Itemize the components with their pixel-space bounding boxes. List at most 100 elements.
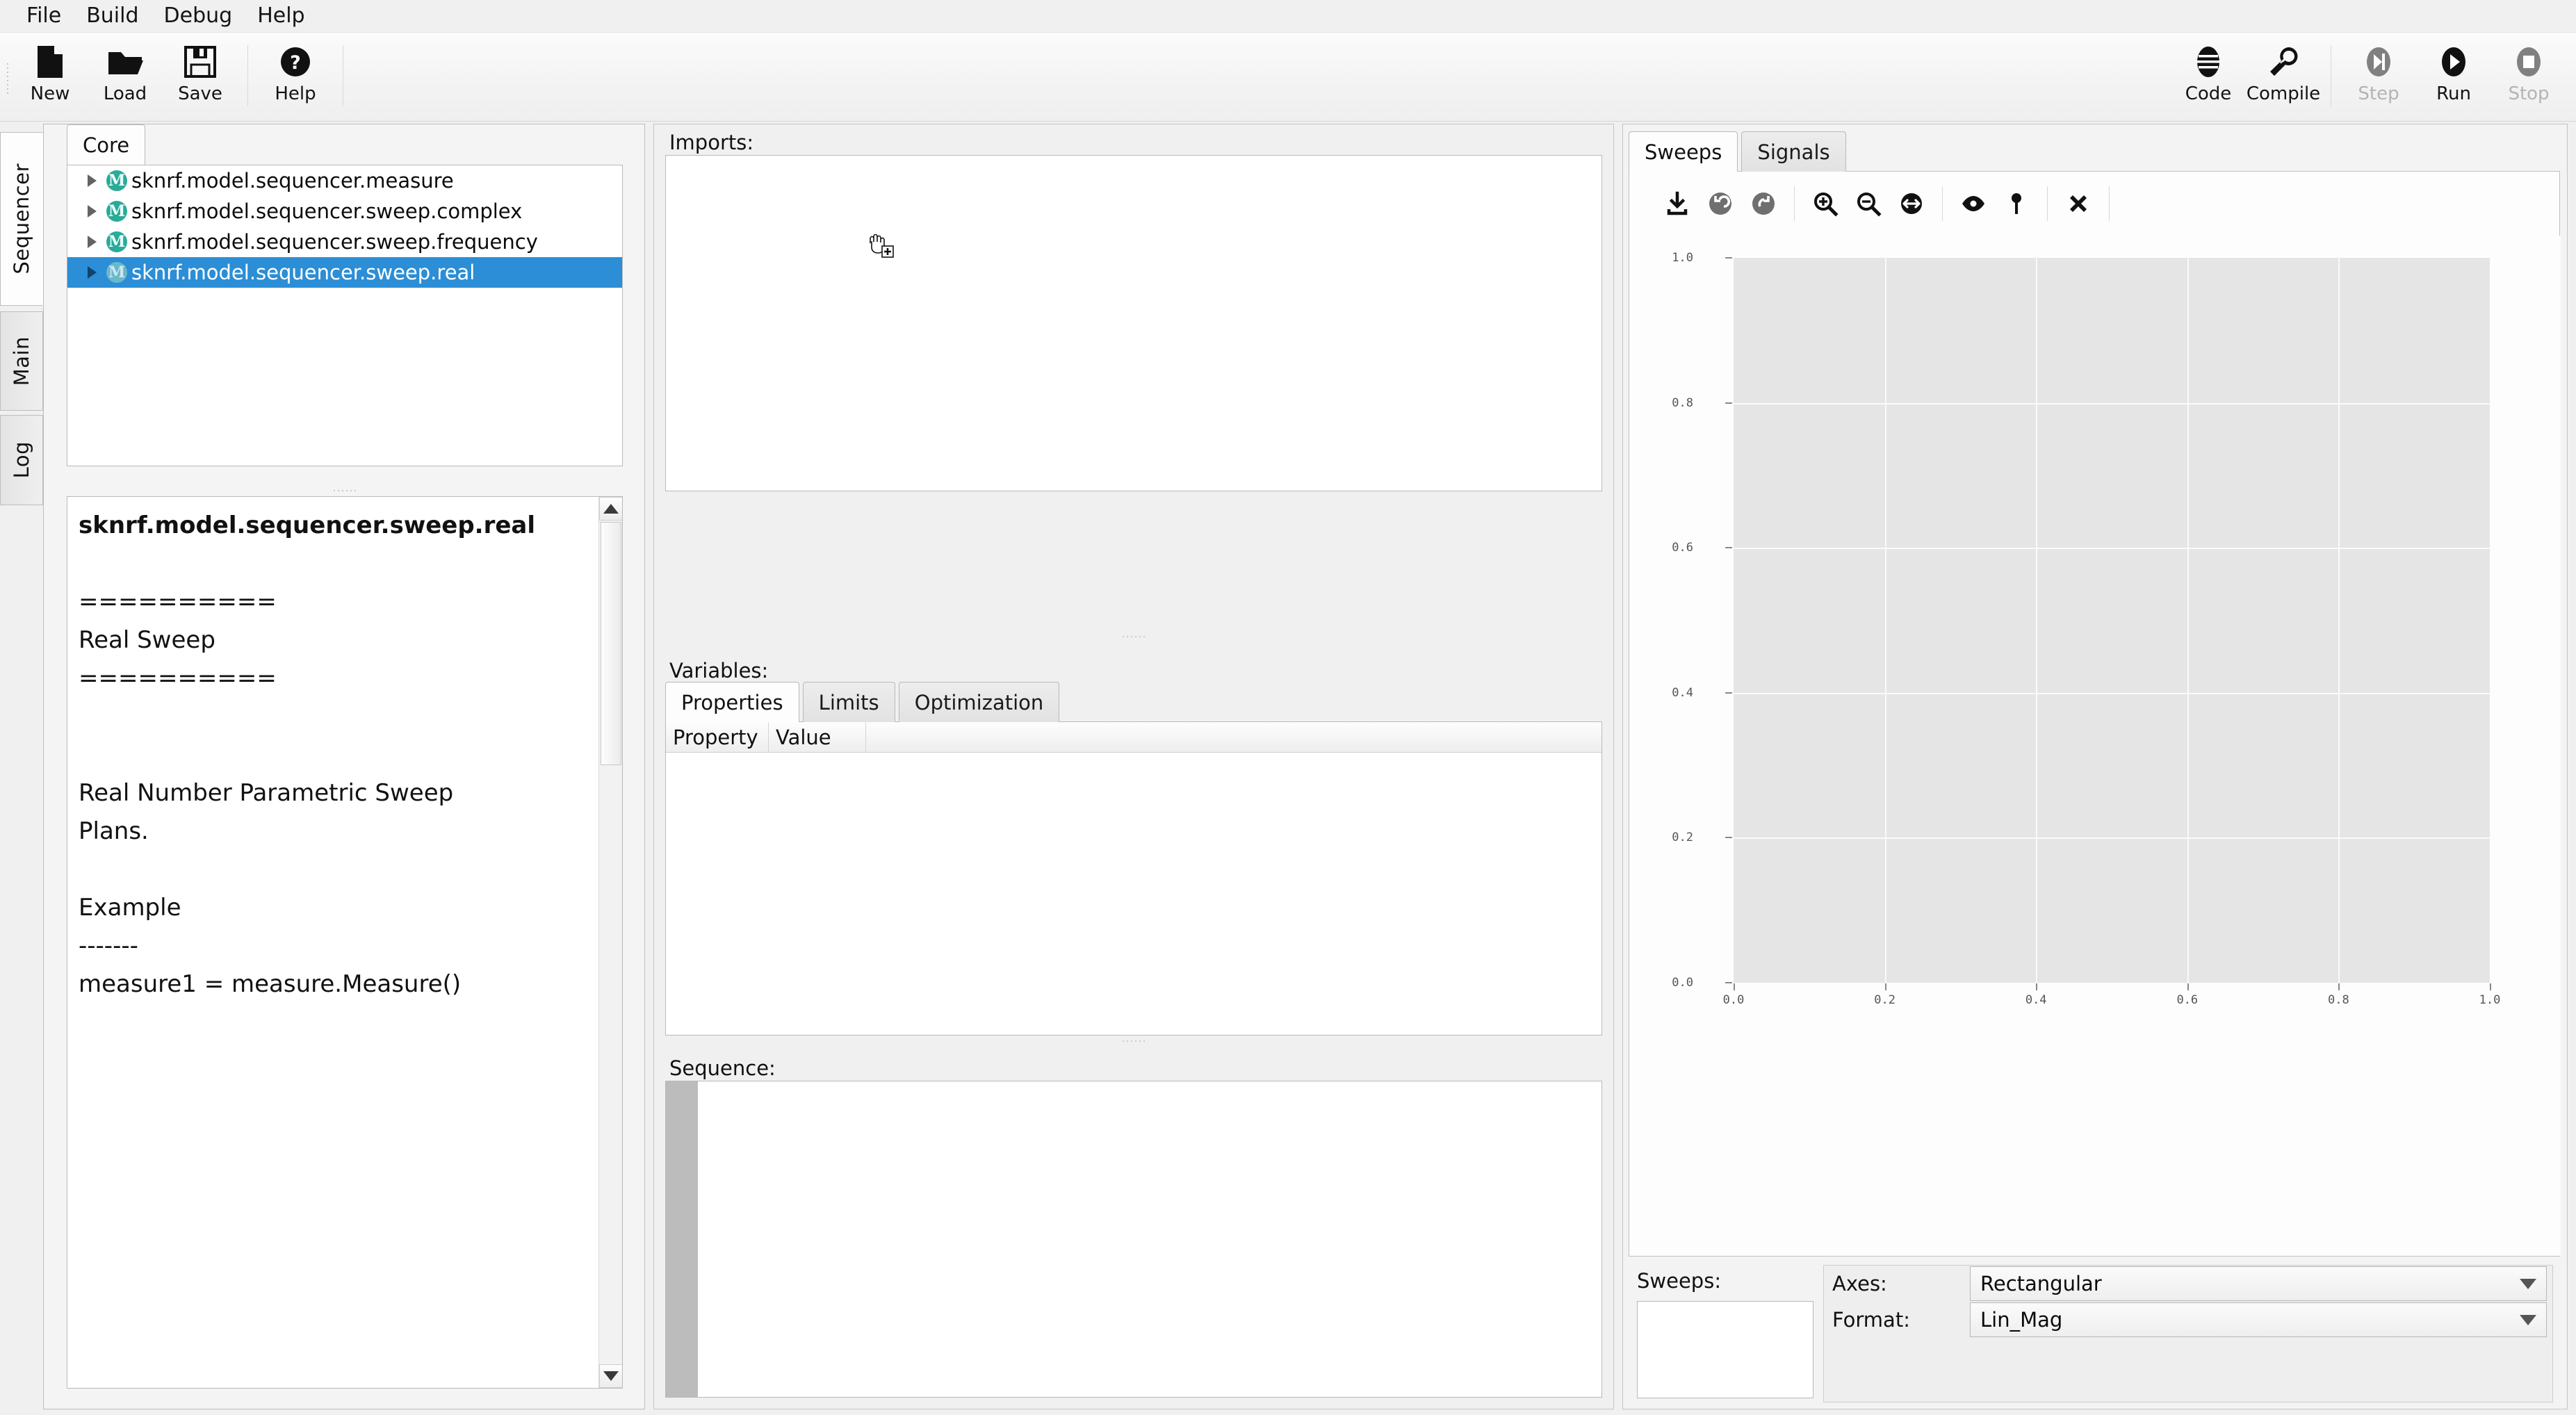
sweeps-list[interactable] — [1637, 1301, 1813, 1398]
marker-pin-icon[interactable] — [1995, 182, 2038, 225]
tab-signals[interactable]: Signals — [1741, 131, 1846, 172]
column-header-value[interactable]: Value — [769, 722, 866, 752]
documentation-text: sknrf.model.sequencer.sweep.real =======… — [67, 497, 593, 1388]
plot-pane: Sweeps Signals 1.0 0.8 0.6 0.4 0.2 0.0 0… — [1622, 124, 2568, 1409]
help-button[interactable]: ? Help — [258, 40, 333, 105]
x-tick-label: 1.0 — [2479, 993, 2501, 1007]
scroll-thumb[interactable] — [601, 522, 621, 765]
x-tick-mark — [1884, 983, 1886, 990]
plot-toolbar-separator-2 — [1942, 186, 1943, 221]
new-button[interactable]: New — [13, 40, 88, 105]
scroll-down-arrow-icon[interactable] — [599, 1364, 622, 1388]
compile-button[interactable]: Compile — [2246, 40, 2321, 105]
plot-axes-area[interactable] — [1734, 258, 2490, 983]
toolbar-run-group: Code Compile Step Run Stop — [2171, 40, 2566, 106]
menu-debug[interactable]: Debug — [152, 1, 245, 31]
documentation-area: sknrf.model.sequencer.sweep.real =======… — [67, 485, 623, 1389]
tab-optimization-label: Optimization — [914, 690, 1044, 714]
doc-splitter-handle[interactable] — [67, 485, 623, 496]
sidebar-item-log[interactable]: Log — [0, 415, 43, 505]
format-select[interactable]: Lin_Mag — [1970, 1302, 2547, 1337]
chevron-right-icon[interactable] — [83, 233, 101, 251]
gridline — [1734, 402, 2490, 404]
tab-properties[interactable]: Properties — [665, 682, 799, 722]
undo-icon[interactable] — [1699, 182, 1742, 225]
open-folder-icon — [107, 44, 143, 80]
y-tick-mark — [1725, 257, 1732, 259]
variables-table[interactable]: Property Value — [665, 721, 1602, 1036]
documentation-title: sknrf.model.sequencer.sweep.real — [79, 512, 536, 539]
column-header-filler — [866, 722, 1601, 752]
menu-build[interactable]: Build — [74, 1, 151, 31]
gridline — [1734, 837, 2490, 840]
tab-sweeps-label: Sweeps — [1645, 140, 1722, 164]
tree-row[interactable]: M sknrf.model.sequencer.measure — [67, 165, 622, 196]
gridline — [2338, 258, 2340, 983]
save-download-icon[interactable] — [1656, 182, 1699, 225]
scroll-up-arrow-icon[interactable] — [599, 497, 622, 521]
save-button[interactable]: Save — [163, 40, 238, 105]
chevron-right-icon[interactable] — [83, 263, 101, 281]
tree-row-label: sknrf.model.sequencer.sweep.real — [131, 261, 475, 284]
imports-editor[interactable] — [665, 155, 1602, 491]
tree-row[interactable]: M sknrf.model.sequencer.sweep.complex — [67, 196, 622, 227]
code-button[interactable]: Code — [2171, 40, 2246, 105]
chevron-down-icon — [2520, 1314, 2536, 1325]
redo-icon[interactable] — [1742, 182, 1785, 225]
eye-visibility-icon[interactable] — [1952, 182, 1995, 225]
module-m-icon: M — [106, 262, 127, 283]
tab-core[interactable]: Core — [67, 124, 146, 165]
imports-variables-splitter[interactable] — [665, 632, 1602, 641]
tab-limits[interactable]: Limits — [802, 682, 895, 722]
tab-sweeps[interactable]: Sweeps — [1629, 131, 1738, 172]
new-button-label: New — [30, 83, 70, 104]
tab-limits-label: Limits — [818, 690, 879, 714]
x-tick-mark — [1734, 983, 1735, 990]
tab-properties-label: Properties — [681, 690, 783, 714]
load-button[interactable]: Load — [88, 40, 163, 105]
compile-button-label: Compile — [2246, 83, 2321, 104]
gridline — [1734, 692, 2490, 694]
close-x-icon[interactable] — [2057, 182, 2100, 225]
documentation-box: sknrf.model.sequencer.sweep.real =======… — [67, 496, 623, 1389]
sweeps-label: Sweeps: — [1637, 1269, 1722, 1293]
code-button-label: Code — [2185, 83, 2232, 104]
save-button-label: Save — [178, 83, 222, 104]
menu-help[interactable]: Help — [245, 1, 317, 31]
format-label: Format: — [1832, 1308, 1910, 1332]
module-tree[interactable]: M sknrf.model.sequencer.measure M sknrf.… — [67, 165, 623, 466]
x-tick-label: 0.0 — [1722, 993, 1745, 1007]
step-button[interactable]: Step — [2341, 40, 2416, 105]
zoom-in-icon[interactable] — [1804, 182, 1847, 225]
tab-optimization[interactable]: Optimization — [898, 682, 1060, 722]
chevron-right-icon[interactable] — [83, 172, 101, 190]
tree-row[interactable]: M sknrf.model.sequencer.sweep.frequency — [67, 227, 622, 257]
plot-canvas[interactable]: 1.0 0.8 0.6 0.4 0.2 0.0 0.0 0.2 0.4 0.6 … — [1629, 236, 2561, 1256]
documentation-scrollbar[interactable] — [598, 497, 622, 1388]
column-header-property[interactable]: Property — [666, 722, 769, 752]
sequence-editor[interactable] — [665, 1081, 1602, 1398]
step-button-label: Step — [2358, 83, 2399, 104]
sidebar-item-main[interactable]: Main — [0, 311, 43, 411]
y-tick-label: 1.0 — [1672, 251, 1693, 265]
menu-file[interactable]: File — [14, 1, 74, 31]
side-tab-bar: Sequencer Main Log — [0, 132, 43, 1409]
zoom-out-icon[interactable] — [1847, 182, 1890, 225]
help-button-label: Help — [275, 83, 316, 104]
sidebar-item-sequencer[interactable]: Sequencer — [0, 132, 43, 306]
chevron-right-icon[interactable] — [83, 202, 101, 220]
toolbar-drag-handle[interactable] — [6, 60, 10, 94]
code-lines-icon — [2194, 44, 2222, 80]
autoscale-arrows-icon[interactable] — [1890, 182, 1933, 225]
x-tick-mark — [2338, 983, 2340, 990]
toolbar-separator-1 — [247, 45, 248, 106]
stop-button[interactable]: Stop — [2491, 40, 2566, 105]
module-m-icon: M — [106, 201, 127, 222]
axes-select[interactable]: Rectangular — [1970, 1266, 2547, 1301]
sequencer-pane: Core M sknrf.model.sequencer.measure M s… — [43, 124, 645, 1409]
variables-sequence-splitter[interactable] — [665, 1036, 1602, 1046]
plot-toolbar — [1629, 172, 2561, 236]
tree-row[interactable]: M sknrf.model.sequencer.sweep.real — [67, 257, 622, 288]
svg-text:?: ? — [290, 52, 301, 74]
run-button[interactable]: Run — [2416, 40, 2491, 105]
